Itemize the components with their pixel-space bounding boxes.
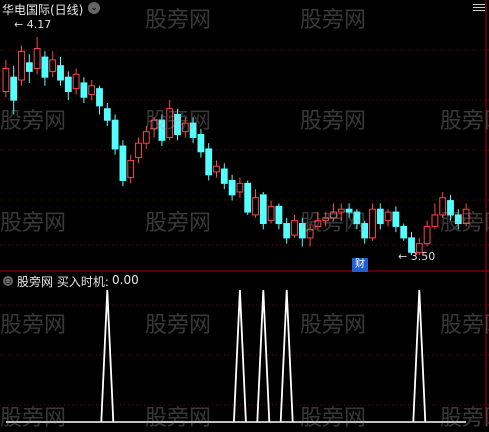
candle-body (267, 205, 275, 222)
candle-body (244, 182, 252, 213)
candle-body (400, 225, 408, 239)
candle-body (96, 88, 103, 107)
candle-body (392, 211, 400, 227)
watermark: 股旁网 (145, 406, 212, 431)
indicator-value: 0.00 (112, 273, 139, 287)
watermark: 股旁网 (0, 313, 67, 338)
watermark: 股旁网 (0, 109, 67, 134)
watermark: 股旁网 (300, 109, 367, 134)
watermark: 股旁网 (145, 211, 212, 236)
candle-body (2, 68, 10, 93)
candle-body (384, 211, 392, 222)
candle-body (111, 119, 119, 150)
candle-body (33, 47, 41, 70)
candle-body (423, 225, 431, 245)
buy-signal-spike (100, 289, 115, 423)
buy-signal-spike (279, 289, 294, 423)
watermark: 股旁网 (0, 211, 67, 236)
buy-signal-spike (256, 289, 271, 423)
candle-body (228, 179, 236, 196)
candle-body (275, 205, 283, 225)
watermark: 股旁网 (440, 109, 489, 134)
watermark: 股旁网 (300, 406, 367, 431)
watermark: 股旁网 (0, 406, 67, 431)
candle-body (252, 197, 259, 216)
watermark: 股旁网 (145, 313, 212, 338)
indicator-name: 股旁网 买入时机: (17, 275, 109, 289)
buy-signal-spike (412, 289, 427, 423)
candle-body (72, 73, 80, 90)
watermark: 股旁网 (300, 211, 367, 236)
watermark: 股旁网 (300, 8, 367, 33)
menu-icon[interactable] (473, 2, 485, 14)
watermark: 股旁网 (300, 313, 367, 338)
candle-body (10, 76, 18, 101)
chart-title: 华电国际(日线) (2, 3, 84, 17)
watermark: 股旁网 (440, 406, 489, 431)
chart-canvas[interactable] (0, 0, 489, 426)
indicator-settings-icon[interactable]: ○ (3, 276, 13, 286)
candle-body (41, 56, 49, 78)
candle-body (197, 134, 205, 153)
candle-body (236, 182, 244, 193)
candle-body (220, 168, 228, 184)
buy-signal-spike (233, 289, 247, 423)
watermark: 股旁网 (145, 8, 212, 33)
high-price-label: ← 4.17 (14, 18, 52, 31)
low-price-label: ← 3.50 (398, 250, 436, 263)
candle-body (283, 223, 291, 239)
candle-body (18, 50, 25, 81)
candle-body (64, 76, 72, 93)
candle-body (119, 145, 127, 181)
financial-badge[interactable]: 财 (352, 258, 368, 272)
candle-body (259, 194, 267, 225)
watermark: 股旁网 (440, 211, 489, 236)
candle-body (135, 142, 142, 159)
candle-body (213, 165, 220, 173)
candle-body (88, 85, 96, 95)
candle-body (431, 214, 439, 227)
candle-body (369, 208, 376, 239)
candle-body (205, 148, 213, 176)
candle-body (25, 62, 33, 72)
candle-body (49, 59, 57, 72)
candle-body (376, 208, 384, 225)
chevron-down-icon[interactable]: ⌄ (88, 2, 100, 14)
candle-body (291, 220, 298, 236)
candle-body (103, 108, 111, 121)
candle-body (57, 65, 64, 81)
watermark: 股旁网 (440, 313, 489, 338)
candle-body (127, 159, 135, 179)
watermark: 股旁网 (145, 109, 212, 134)
candle-body (80, 82, 88, 98)
